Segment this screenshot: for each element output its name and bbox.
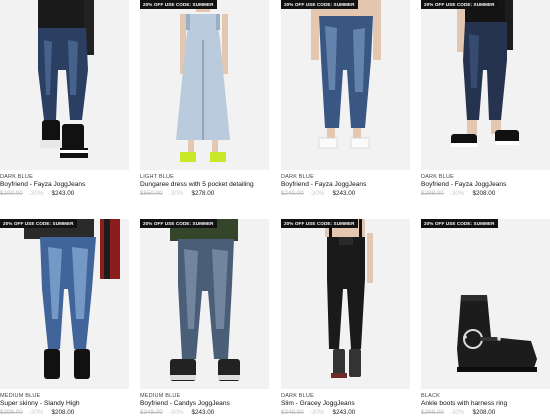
promo-badge: 20% OFF USE CODE: SUMMER — [421, 0, 498, 9]
original-price: $348.00 — [281, 408, 304, 416]
product-image[interactable]: 20% OFF USE CODE: SUMMER — [421, 0, 550, 170]
product-prices: $348.00 -30% $243.00 — [140, 409, 269, 418]
promo-badge: 20% OFF USE CODE: SUMMER — [140, 0, 217, 9]
sale-price: $243.00 — [51, 189, 75, 197]
product-name[interactable]: Boyfriend - Fayza JoggJeans — [421, 181, 550, 190]
product-name[interactable]: Super skinny - Slandy High — [0, 400, 129, 409]
product-card[interactable]: 20% OFF USE CODE: SUMMER LIGHT BLUE Dung… — [140, 0, 269, 198]
product-prices: $298.00 -30% $208.00 — [0, 409, 129, 418]
sale-price: $208.00 — [472, 189, 496, 197]
product-card[interactable]: 20% OFF USE CODE: SUMMER DARK BLUE Slim … — [281, 219, 410, 417]
promo-badge: 20% OFF USE CODE: SUMMER — [140, 219, 217, 228]
original-price: $240.00 — [281, 189, 304, 197]
promo-badge: 20% OFF USE CODE: SUMMER — [421, 219, 498, 228]
product-image[interactable]: 20% OFF USE CODE: SUMMER — [281, 219, 410, 389]
product-name[interactable]: Dungaree dress with 5 pocket detailing — [140, 181, 269, 190]
promo-badge: 20% OFF USE CODE: SUMMER — [281, 219, 358, 228]
product-prices: $240.00 -30% $243.00 — [281, 190, 410, 199]
product-prices: $298.00 -30% $208.00 — [421, 409, 550, 418]
sale-price: $208.00 — [472, 408, 496, 416]
original-price: $550.00 — [140, 189, 163, 197]
product-prices: $348.00 -30% $243.00 — [281, 409, 410, 418]
product-name[interactable]: Boyfriend - Fayza JoggJeans — [0, 181, 129, 190]
promo-badge: 20% OFF USE CODE: SUMMER — [0, 219, 77, 228]
product-color: MEDIUM BLUE — [0, 393, 41, 399]
product-name[interactable]: Ankle boots with harness ring — [421, 400, 550, 409]
product-color: DARK BLUE — [281, 393, 314, 399]
product-card[interactable]: 20% OFF USE CODE: SUMMER MEDIUM BLUE Boy… — [140, 219, 269, 417]
sale-price: $243.00 — [332, 408, 356, 416]
discount-percent: -30% — [168, 189, 184, 197]
product-image[interactable]: 20% OFF USE CODE: SUMMER — [140, 0, 269, 170]
product-card[interactable]: 20% OFF USE CODE: SUMMER DARK BLUE Boyfr… — [421, 0, 550, 198]
discount-percent: -30% — [28, 189, 44, 197]
product-name[interactable]: Slim - Gracey JoggJeans — [281, 400, 410, 409]
discount-percent: -30% — [309, 189, 325, 197]
original-price: $298.00 — [421, 408, 444, 416]
product-image[interactable]: 20% OFF USE CODE: SUMMER — [421, 219, 550, 389]
product-card[interactable]: 20% OFF USE CODE: SUMMER MEDIUM BLUE Sup… — [0, 219, 129, 417]
product-color: LIGHT BLUE — [140, 174, 174, 180]
product-image[interactable]: 20% OFF USE CODE: SUMMER — [281, 0, 410, 170]
product-color: BLACK — [421, 393, 441, 399]
product-color: DARK BLUE — [0, 174, 33, 180]
original-price: $298.00 — [0, 408, 23, 416]
discount-percent: -30% — [168, 408, 184, 416]
product-prices: $550.00 -30% $278.00 — [140, 190, 269, 199]
product-image[interactable] — [0, 0, 129, 170]
sale-price: $243.00 — [191, 408, 215, 416]
original-price: $190.00 — [0, 189, 23, 197]
sale-price: $243.00 — [332, 189, 356, 197]
discount-percent: -30% — [449, 408, 465, 416]
discount-percent: -30% — [309, 408, 325, 416]
product-card[interactable]: DARK BLUE Boyfriend - Fayza JoggJeans $1… — [0, 0, 129, 198]
product-name[interactable]: Boyfriend - Fayza JoggJeans — [281, 181, 410, 190]
product-name[interactable]: Boyfriend - Candys JoggJeans — [140, 400, 269, 409]
product-color: MEDIUM BLUE — [140, 393, 181, 399]
product-prices: $298.00 -30% $208.00 — [421, 190, 550, 199]
product-image[interactable]: 20% OFF USE CODE: SUMMER — [0, 219, 129, 389]
sale-price: $208.00 — [51, 408, 75, 416]
discount-percent: -30% — [28, 408, 44, 416]
product-color: DARK BLUE — [281, 174, 314, 180]
product-prices: $190.00 -30% $243.00 — [0, 190, 129, 199]
product-color: DARK BLUE — [421, 174, 454, 180]
product-grid: DARK BLUE Boyfriend - Fayza JoggJeans $1… — [0, 0, 550, 418]
product-image[interactable]: 20% OFF USE CODE: SUMMER — [140, 219, 269, 389]
promo-badge: 20% OFF USE CODE: SUMMER — [281, 0, 358, 9]
sale-price: $278.00 — [191, 189, 215, 197]
original-price: $348.00 — [140, 408, 163, 416]
product-card[interactable]: 20% OFF USE CODE: SUMMER DARK BLUE Boyfr… — [281, 0, 410, 198]
discount-percent: -30% — [449, 189, 465, 197]
original-price: $298.00 — [421, 189, 444, 197]
product-card[interactable]: 20% OFF USE CODE: SUMMER BLACK Ankle boo… — [421, 219, 550, 417]
